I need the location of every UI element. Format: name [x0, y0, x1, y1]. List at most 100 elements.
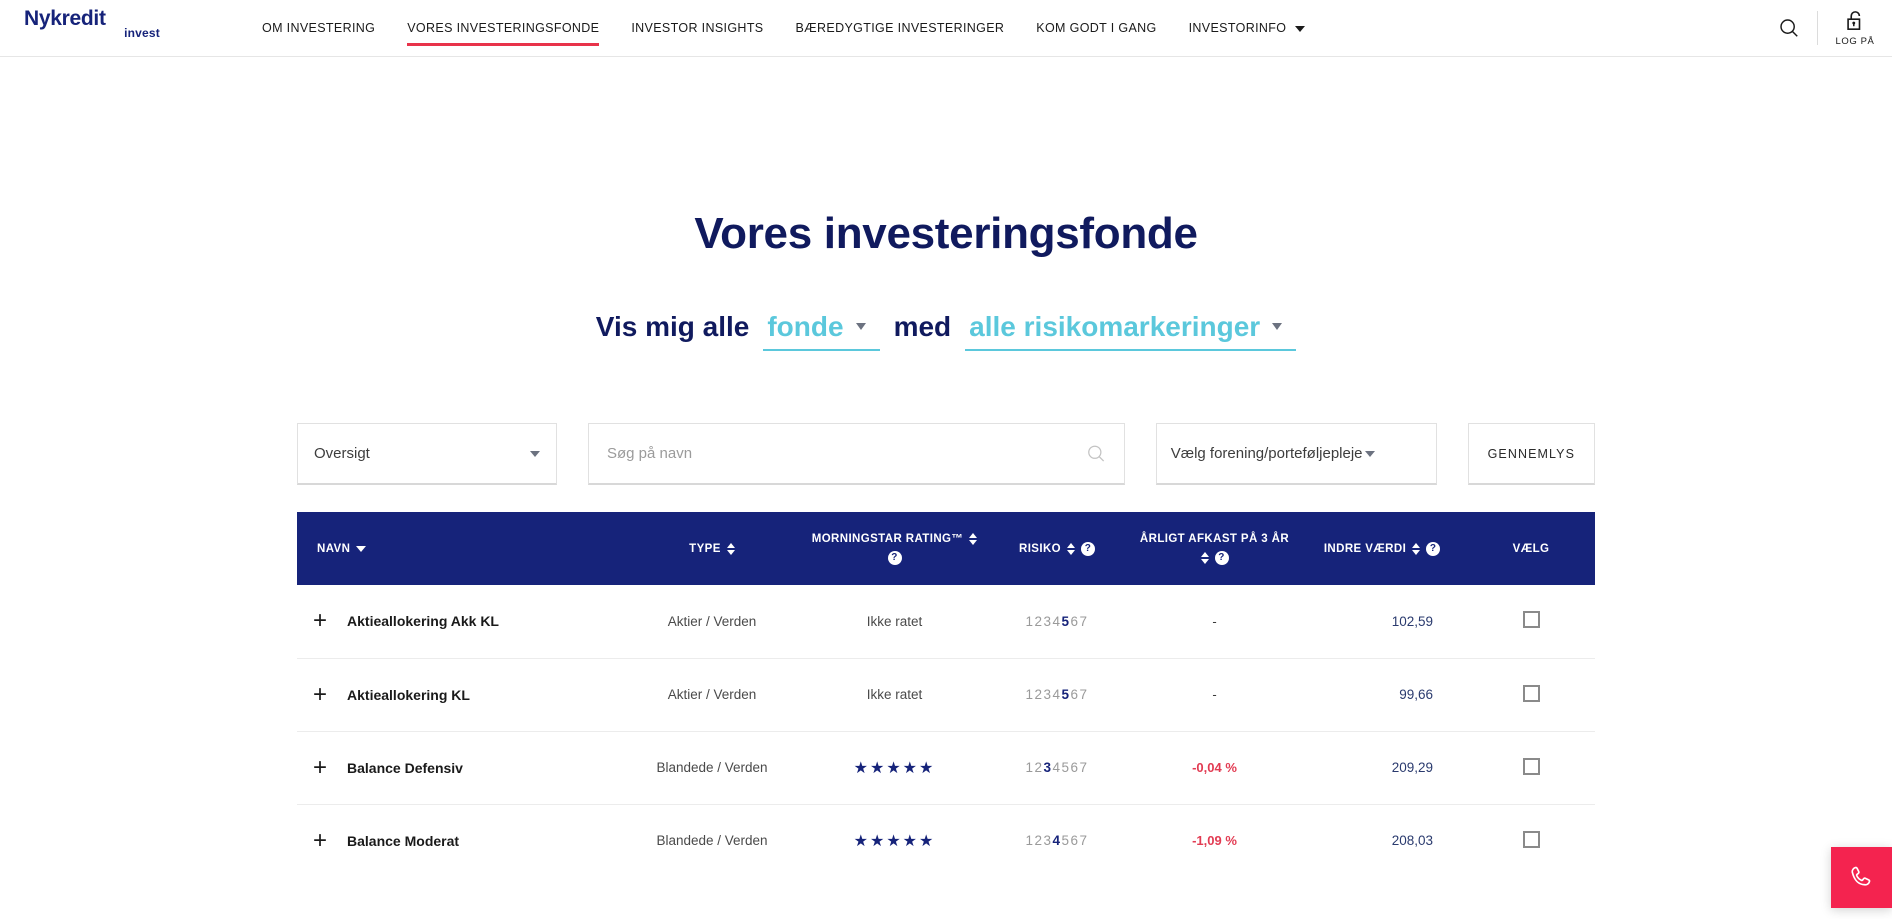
filter-text-part1: Vis mig alle — [595, 311, 750, 342]
cell-name: + Balance Moderat — [297, 804, 617, 877]
column-label: ÅRLIGT AFKAST PÅ 3 ÅR — [1139, 532, 1290, 545]
table-row: + Balance Defensiv Blandede / Verden ★★★★★ 1… — [297, 731, 1595, 805]
cell-risk: 1234567 — [982, 585, 1132, 659]
nav-label: OM INVESTERING — [262, 21, 376, 35]
row-select-checkbox[interactable] — [1522, 684, 1540, 702]
cell-return-3y: - — [1132, 585, 1297, 659]
search-icon[interactable] — [1086, 443, 1106, 464]
nav-item-kom-godt-i-gang[interactable]: KOM GODT I GANG — [1036, 0, 1156, 56]
nav-item-investorinfo[interactable]: INVESTORINFO — [1189, 0, 1306, 56]
risk-marking-value: alle risikomarkeringer — [969, 311, 1261, 342]
table-controls: Oversigt Vælg forening/porteføljepleje G… — [297, 423, 1596, 485]
page-title: Vores investeringsfonde — [694, 209, 1198, 258]
table-row: + Balance Moderat Blandede / Verden ★★★★★ 12… — [297, 804, 1595, 877]
search-icon — [1780, 19, 1798, 37]
cell-name: + Aktieallokering KL — [297, 658, 617, 732]
column-label: VÆLG — [1512, 542, 1550, 555]
column-label: MORNINGSTAR RATING™ — [811, 532, 964, 545]
sort-arrows-icon — [969, 532, 978, 545]
nav-item-baeredygtige-investeringer[interactable]: BÆREDYGTIGE INVESTERINGER — [796, 0, 1005, 56]
column-label: NAVN — [317, 542, 351, 555]
row-select-checkbox[interactable] — [1522, 830, 1540, 848]
expand-row-button[interactable]: + — [313, 682, 327, 707]
cell-select — [1467, 804, 1595, 877]
table-body: + Aktieallokering Akk KL Aktier / Verden Ik… — [297, 585, 1595, 877]
row-select-checkbox[interactable] — [1522, 757, 1540, 775]
chevron-down-icon — [1295, 26, 1306, 32]
risk-marking-dropdown[interactable]: alle risikomarkeringer — [965, 311, 1297, 351]
column-header-vaelg: VÆLG — [1467, 512, 1595, 585]
fund-name[interactable]: Aktieallokering Akk KL — [347, 613, 499, 629]
cell-morningstar-rating: Ikke ratet — [807, 585, 982, 659]
nav-item-vores-investeringsfonde[interactable]: VORES INVESTERINGSFONDE — [407, 0, 600, 56]
fund-name[interactable]: Balance Moderat — [347, 833, 459, 849]
nav-label: INVESTORINFO — [1188, 21, 1287, 35]
chevron-down-icon — [855, 323, 866, 330]
morningstar-stars: ★★★★★ — [853, 832, 936, 850]
association-select[interactable]: Vælg forening/porteføljepleje — [1155, 423, 1437, 485]
help-icon[interactable]: ? — [887, 550, 902, 565]
fund-name[interactable]: Balance Defensiv — [347, 760, 463, 776]
main-navigation: OM INVESTERING VORES INVESTERINGSFONDE I… — [262, 0, 1306, 56]
morningstar-stars: ★★★★★ — [853, 759, 936, 777]
column-header-arligt-afkast-3-ar[interactable]: ÅRLIGT AFKAST PÅ 3 ÅR ? — [1132, 512, 1297, 585]
column-label: RISIKO — [1018, 542, 1061, 555]
phone-icon — [1851, 866, 1871, 886]
column-header-risiko[interactable]: RISIKO ? — [982, 512, 1132, 585]
help-icon[interactable]: ? — [1214, 550, 1229, 565]
cell-nav-value: 208,03 — [1297, 804, 1467, 877]
chevron-down-icon — [1272, 323, 1283, 330]
login-button[interactable]: LOG PÅ — [1818, 0, 1892, 56]
nav-item-investor-insights[interactable]: INVESTOR INSIGHTS — [631, 0, 763, 56]
fund-name[interactable]: Aktieallokering KL — [347, 687, 470, 703]
funds-table-wrapper: NAVN TYPE MORNINGSTAR RATING™ ? RISIKO ?… — [297, 512, 1595, 877]
column-label: TYPE — [689, 542, 721, 555]
cell-nav-value: 102,59 — [1297, 585, 1467, 659]
column-header-navn[interactable]: NAVN — [297, 512, 617, 585]
sort-arrows-icon — [726, 542, 735, 555]
cell-morningstar-rating: ★★★★★ — [807, 731, 982, 805]
row-select-checkbox[interactable] — [1522, 611, 1540, 629]
nykredit-invest-logo[interactable]: Nykredit invest — [24, 8, 174, 48]
cell-name: + Aktieallokering Akk KL — [297, 585, 617, 659]
cell-risk: 1234567 — [982, 731, 1132, 805]
search-button[interactable] — [1761, 0, 1817, 56]
cell-select — [1467, 585, 1595, 659]
filter-text-part2: med — [893, 311, 952, 342]
header-actions: LOG PÅ — [1761, 0, 1892, 56]
gennemlys-button[interactable]: GENNEMLYS — [1467, 423, 1596, 485]
search-field-wrapper — [587, 423, 1125, 485]
sort-arrows-icon — [1200, 551, 1209, 564]
cell-return-3y: -1,09 % — [1132, 804, 1297, 877]
fund-type-dropdown[interactable]: fonde — [763, 311, 880, 351]
cell-type: Blandede / Verden — [617, 731, 807, 805]
view-mode-select[interactable]: Oversigt — [297, 423, 557, 485]
nav-label: KOM GODT I GANG — [1036, 21, 1157, 35]
cell-select — [1467, 658, 1595, 732]
help-icon[interactable]: ? — [1426, 541, 1441, 556]
call-us-floating-button[interactable] — [1831, 847, 1892, 908]
cell-nav-value: 99,66 — [1297, 658, 1467, 732]
expand-row-button[interactable]: + — [313, 755, 327, 780]
table-row: + Aktieallokering Akk KL Aktier / Verden Ik… — [297, 585, 1595, 659]
table-row: + Aktieallokering KL Aktier / Verden Ikke r… — [297, 658, 1595, 732]
fund-type-value: fonde — [767, 311, 844, 342]
search-input[interactable] — [606, 445, 1086, 462]
chevron-down-icon — [529, 450, 540, 457]
column-header-indre-vaerdi[interactable]: INDRE VÆRDI ? — [1297, 512, 1467, 585]
expand-row-button[interactable]: + — [313, 828, 327, 853]
expand-row-button[interactable]: + — [313, 609, 327, 633]
column-header-morningstar-rating[interactable]: MORNINGSTAR RATING™ ? — [807, 512, 982, 585]
sort-arrows-icon — [1067, 542, 1075, 555]
nav-label: BÆREDYGTIGE INVESTERINGER — [795, 21, 1005, 35]
login-label: LOG PÅ — [1835, 35, 1875, 47]
rating-text: Ikke ratet — [866, 687, 923, 702]
help-icon[interactable]: ? — [1081, 541, 1095, 556]
column-header-type[interactable]: TYPE — [617, 512, 807, 585]
nav-item-om-investering[interactable]: OM INVESTERING — [262, 0, 375, 56]
table-head: NAVN TYPE MORNINGSTAR RATING™ ? RISIKO ?… — [297, 512, 1595, 585]
filter-sentence: Vis mig alle fonde med alle risikomarker… — [0, 311, 1892, 351]
cell-select — [1467, 731, 1595, 805]
cell-return-3y: - — [1132, 658, 1297, 732]
chevron-down-icon — [1364, 450, 1375, 457]
